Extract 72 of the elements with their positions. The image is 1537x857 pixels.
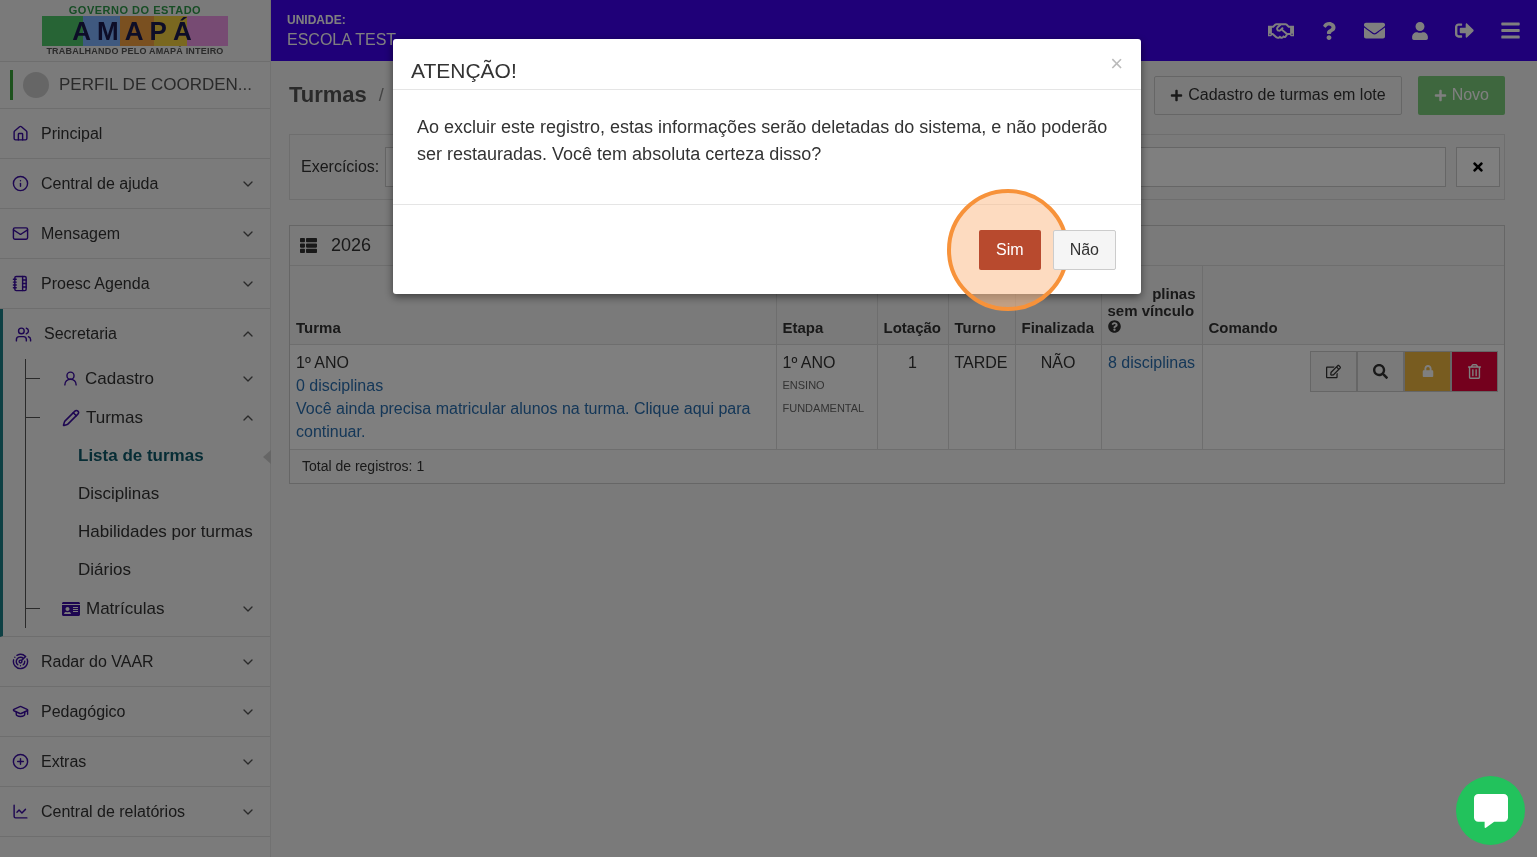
lock-icon	[1421, 365, 1434, 377]
sidebar-item[interactable]: Extras	[0, 737, 270, 787]
search-button[interactable]	[1357, 350, 1404, 392]
edit-icon	[1326, 363, 1341, 379]
enroll-notice-link[interactable]: Você ainda precisa matricular alunos na turma. Clique aqui para continuar.	[296, 396, 770, 443]
filter-label: Exercícios:	[301, 158, 380, 176]
batch-register-button[interactable]: Cadastro de turmas em lote	[1154, 75, 1402, 115]
user-icon	[62, 370, 79, 387]
sidebar-item[interactable]: Proesc Agenda	[0, 259, 270, 309]
disciplines-link[interactable]: 8 disciplinas	[1107, 350, 1196, 374]
home-icon	[12, 125, 29, 142]
column-header: Comando	[1202, 266, 1504, 344]
sidebar-item[interactable]: Central de ajuda	[0, 159, 270, 209]
logo-top-text: GOVERNO DO ESTADO	[68, 4, 202, 16]
page-title: Turmas	[289, 82, 367, 108]
sidebar-item[interactable]: Central de relatórios	[0, 787, 270, 837]
radar-icon	[12, 653, 29, 670]
breadcrumb-separator: /	[378, 84, 384, 106]
sidebar-item[interactable]: Pedagógico	[0, 687, 270, 737]
disciplines-link[interactable]: 0 disciplinas	[296, 373, 770, 397]
search-icon	[1373, 363, 1388, 379]
graduation-cap-icon	[12, 703, 29, 720]
clear-button[interactable]	[1456, 147, 1500, 187]
dialog-message: Ao excluir este registro, estas informações serão deletadas do sistema, e não poderão ser restauradas. Você tem absoluta certeza disso?	[393, 90, 1141, 205]
sidebar-item[interactable]: Mensagem	[0, 209, 270, 259]
envelope-icon	[12, 225, 29, 242]
sidebar-page-link[interactable]: Diários	[26, 551, 270, 589]
close-icon	[1471, 160, 1485, 174]
line-chart-icon	[12, 803, 29, 820]
table-cell-text: TARDE	[954, 352, 1009, 373]
envelope-icon[interactable]	[1364, 20, 1385, 41]
sidebar-subitem[interactable]: Turmas	[26, 398, 270, 437]
pencil-icon	[62, 408, 80, 427]
table-cell-text: NÃO	[1039, 352, 1077, 373]
table-cell-text: 1º ANO	[296, 352, 350, 373]
sidebar-page-link[interactable]: Disciplinas	[26, 475, 270, 513]
delete-button[interactable]	[1451, 350, 1498, 392]
sidebar-page-link[interactable]: Habilidades por turmas	[26, 513, 270, 551]
chat-icon	[1473, 793, 1508, 828]
sidebar-page-link[interactable]: Lista de turmas	[26, 437, 270, 475]
info-icon	[12, 175, 29, 192]
unit-name: ESCOLA TEST	[287, 30, 398, 49]
help-icon	[1107, 319, 1121, 333]
table-cell-text: 1	[907, 352, 918, 373]
logo-slogan: TRABALHANDO PELO AMAPÁ INTEIRO	[46, 46, 224, 57]
list-icon	[300, 237, 317, 254]
sidebar-subitem[interactable]: Cadastro	[26, 359, 270, 398]
plus-icon	[1170, 88, 1184, 102]
logout-icon[interactable]	[1455, 21, 1474, 40]
confirm-button[interactable]: Sim	[979, 229, 1041, 270]
help-icon[interactable]	[1320, 21, 1338, 40]
plus-icon	[1433, 88, 1447, 102]
edit-button[interactable]	[1310, 350, 1357, 392]
unit-label: UNIDADE:	[287, 12, 347, 27]
profile-name[interactable]: PERFIL DE COORDEN...	[59, 75, 252, 95]
sidebar-item[interactable]: Principal	[0, 109, 270, 159]
profile-accent-bar	[10, 70, 13, 100]
notebook-icon	[12, 275, 29, 292]
cancel-button[interactable]: Não	[1052, 229, 1116, 270]
table-cell-text: 1º ANO	[782, 352, 837, 373]
id-card-icon	[62, 599, 80, 618]
sidebar-item[interactable]: Secretaria	[3, 309, 270, 359]
sidebar-subitem[interactable]: Matrículas	[26, 589, 270, 628]
plus-circle-icon	[12, 753, 29, 770]
dialog-title: ATENÇÃO!	[411, 59, 518, 83]
menu-icon[interactable]	[1500, 20, 1521, 41]
user-icon[interactable]	[1411, 21, 1429, 40]
stage-subtitle: ENSINO FUNDAMENTAL	[782, 377, 866, 416]
trash-icon	[1467, 363, 1482, 379]
users-icon	[15, 325, 32, 343]
panel-title: 2026	[331, 235, 372, 256]
sidebar-item[interactable]: Radar do VAAR	[0, 637, 270, 687]
